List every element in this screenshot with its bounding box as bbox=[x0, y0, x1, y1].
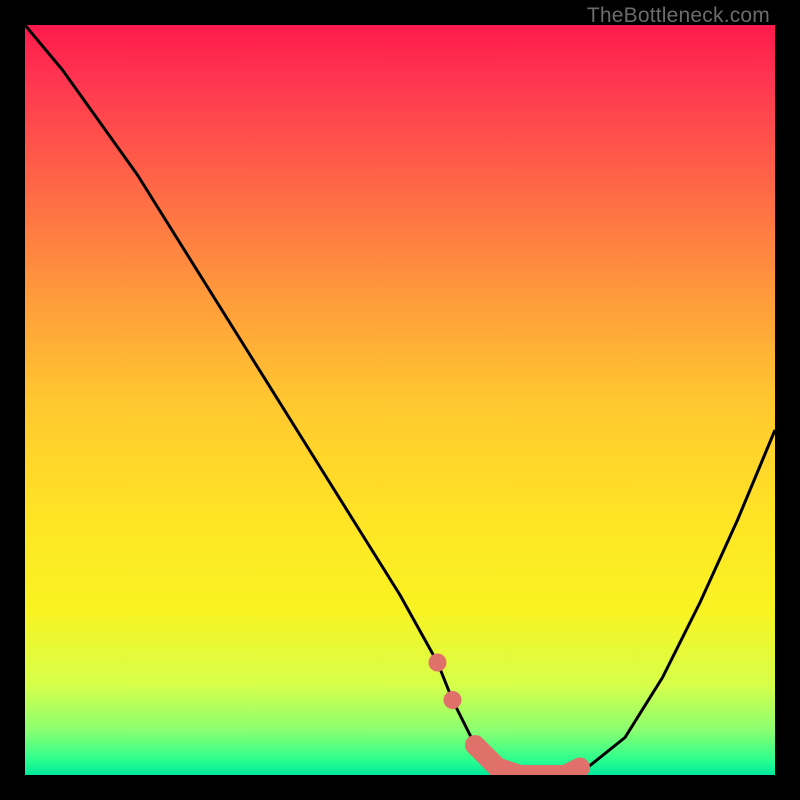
curve-svg bbox=[25, 25, 775, 775]
chart-frame: TheBottleneck.com bbox=[0, 0, 800, 800]
bottleneck-curve bbox=[25, 25, 775, 775]
highlight-dot bbox=[444, 691, 462, 709]
highlight-dot bbox=[429, 654, 447, 672]
plot-area bbox=[25, 25, 775, 775]
optimal-range-highlight bbox=[475, 745, 580, 775]
